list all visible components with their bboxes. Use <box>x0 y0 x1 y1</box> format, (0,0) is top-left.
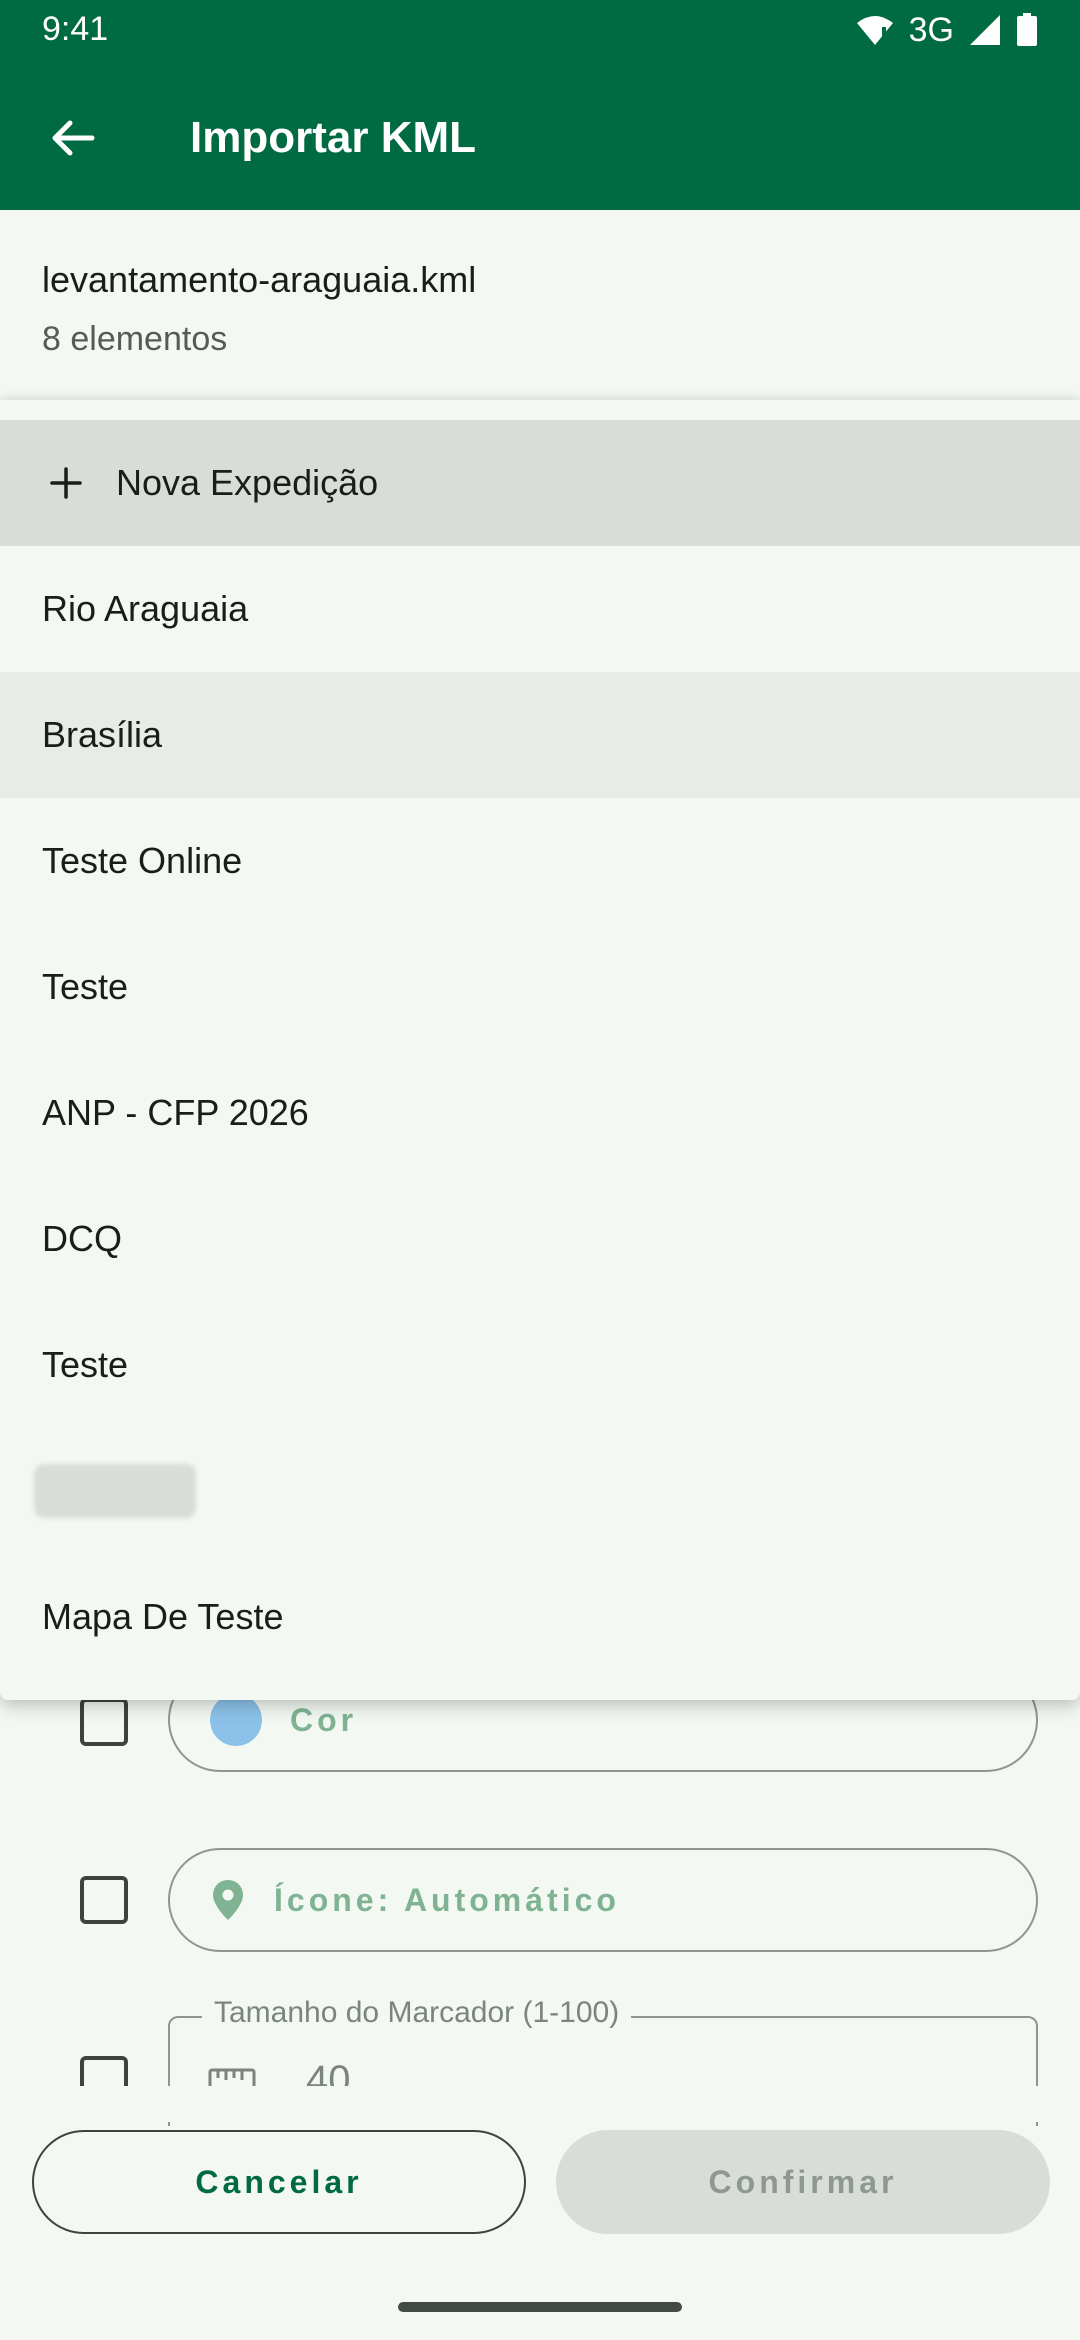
page-title: Importar KML <box>190 113 476 162</box>
expedition-dropdown: Nova Expedição Rio Araguaia Brasília Tes… <box>0 400 1080 1700</box>
status-icons: 3G <box>855 10 1038 49</box>
marker-size-label: Tamanho do Marcador (1-100) <box>202 1996 632 2030</box>
status-time: 9:41 <box>42 10 109 48</box>
expedition-item[interactable]: Rio Araguaia <box>0 546 1080 672</box>
icon-row: Ícone: Automático <box>0 1848 1080 1958</box>
element-count: 8 elementos <box>42 320 228 358</box>
file-name: levantamento-araguaia.kml <box>42 259 477 300</box>
cancel-button[interactable]: Cancelar <box>32 2130 526 2234</box>
redacted-text <box>34 1464 196 1518</box>
status-bar: 9:41 3G <box>0 0 1080 60</box>
new-expedition-label: Nova Expedição <box>116 462 379 503</box>
back-button[interactable] <box>42 108 102 168</box>
expedition-item-redacted[interactable] <box>0 1428 1080 1554</box>
expedition-item[interactable]: Teste <box>0 924 1080 1050</box>
expedition-item[interactable]: ANP - CFP 2026 <box>0 1050 1080 1176</box>
signal-icon <box>968 13 1002 47</box>
confirm-button[interactable]: Confirmar <box>556 2130 1050 2234</box>
wifi-icon <box>855 13 895 47</box>
expedition-item[interactable]: Mapa De Teste <box>0 1554 1080 1680</box>
app-bar: 9:41 3G Importar KML <box>0 0 1080 210</box>
home-indicator[interactable] <box>398 2302 682 2312</box>
new-expedition-item[interactable]: Nova Expedição <box>0 420 1080 546</box>
expedition-item[interactable]: Teste <box>0 1302 1080 1428</box>
color-label: Cor <box>290 1701 358 1738</box>
network-type: 3G <box>908 10 954 49</box>
file-info: levantamento-araguaia.kml 8 elementos <box>42 256 476 362</box>
expedition-item[interactable]: Teste Online <box>0 798 1080 924</box>
battery-icon <box>1016 13 1038 47</box>
color-checkbox[interactable] <box>80 1698 128 1746</box>
icon-checkbox[interactable] <box>80 1876 128 1924</box>
arrow-back-icon <box>52 120 95 156</box>
expedition-item-highlighted[interactable]: Brasília <box>0 672 1080 798</box>
color-swatch <box>210 1694 262 1746</box>
icon-label: Ícone: Automático <box>274 1881 620 1918</box>
expedition-item[interactable]: DCQ <box>0 1176 1080 1302</box>
form-scroll-clip <box>0 2086 1080 2122</box>
icon-picker-button[interactable]: Ícone: Automático <box>168 1848 1038 1952</box>
map-pin-icon <box>213 1880 243 1920</box>
plus-icon <box>50 467 82 499</box>
